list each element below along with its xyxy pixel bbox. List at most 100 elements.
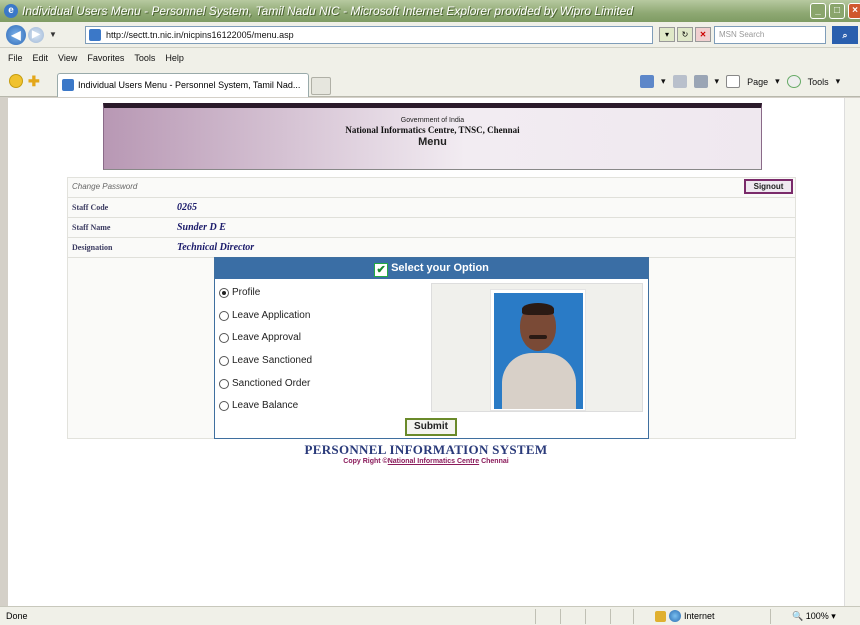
menu-favorites[interactable]: Favorites [87, 53, 124, 63]
option-leave-sanctioned[interactable]: Leave Sanctioned [219, 355, 312, 366]
feeds-icon[interactable] [672, 75, 687, 88]
zoom-value: 100% [805, 611, 829, 621]
refresh-icon[interactable]: ↻ [677, 27, 693, 42]
option-sanctioned-order[interactable]: Sanctioned Order [219, 378, 310, 389]
header-row: Change Password Signout [68, 178, 795, 198]
nic-link[interactable]: National Informatics Centre [388, 458, 479, 465]
zoom-level[interactable]: 🔍 100% ▾ [792, 611, 836, 622]
print-icon[interactable] [693, 75, 708, 88]
forward-button[interactable]: ▶ [28, 26, 44, 43]
footer-title: PERSONNEL INFORMATION SYSTEM [304, 442, 548, 457]
tab-label: Individual Users Menu - Personnel System… [78, 80, 301, 90]
radio-profile[interactable] [219, 287, 229, 298]
radio-leave-application[interactable] [219, 310, 229, 321]
address-url: http://sectt.tn.nic.in/nicpins16122005/m… [106, 30, 294, 40]
print-dropdown-icon[interactable]: ▾ [715, 76, 720, 87]
menu-bar: File Edit View Favorites Tools Help [0, 48, 860, 67]
menu-view[interactable]: View [58, 53, 77, 63]
tab-page-icon [62, 79, 74, 91]
radio-sanctioned-order[interactable] [219, 378, 229, 389]
banner-menu-title: Menu [418, 136, 447, 148]
radio-leave-balance[interactable] [219, 400, 229, 411]
page-menu-icon[interactable] [726, 75, 741, 88]
address-input[interactable]: http://sectt.tn.nic.in/nicpins16122005/m… [85, 26, 653, 44]
search-input[interactable]: MSN Search [714, 26, 826, 44]
photo-border [490, 289, 586, 411]
option-leave-approval-label: Leave Approval [232, 332, 301, 343]
checkmark-icon: ✔ [374, 263, 389, 277]
staff-code-value: 0265 [177, 202, 197, 213]
vertical-scrollbar[interactable] [844, 98, 860, 606]
menu-tools[interactable]: Tools [134, 53, 155, 63]
copyright-prefix: Copy Right © [343, 458, 388, 465]
address-toolbar: ◀ ▶ ▼ http://sectt.tn.nic.in/nicpins1612… [0, 22, 860, 48]
copyright-suffix: Chennai [479, 458, 509, 465]
option-profile[interactable]: Profile [219, 287, 260, 298]
internet-zone-icon [669, 610, 681, 622]
designation-row: Designation Technical Director [68, 238, 795, 258]
tools-menu-label[interactable]: Tools [808, 77, 829, 87]
option-leave-approval[interactable]: Leave Approval [219, 332, 301, 343]
user-panel: Change Password Signout Staff Code 0265 … [67, 177, 796, 439]
menu-edit[interactable]: Edit [33, 53, 49, 63]
banner-government: Government of India [400, 117, 465, 124]
ie-logo-icon: e [4, 4, 18, 18]
tab-active[interactable]: Individual Users Menu - Personnel System… [57, 73, 309, 97]
window-title: Individual Users Menu - Personnel System… [22, 4, 634, 18]
banner-organisation: National Informatics Centre, TNSC, Chenn… [345, 125, 520, 135]
change-password-link[interactable]: Change Password [72, 182, 137, 191]
option-sanctioned-order-label: Sanctioned Order [232, 378, 311, 389]
option-box-header: ✔ Select your Option [215, 258, 648, 279]
page-menu-label[interactable]: Page [747, 77, 768, 87]
menu-file[interactable]: File [8, 53, 23, 63]
home-dropdown-icon[interactable]: ▾ [661, 76, 666, 87]
status-text: Done [6, 611, 28, 621]
staff-code-row: Staff Code 0265 [68, 198, 795, 218]
favorites-star-icon[interactable] [9, 74, 23, 88]
stop-icon[interactable]: ✕ [695, 27, 711, 42]
option-leave-balance-label: Leave Balance [232, 400, 299, 411]
home-icon[interactable] [640, 75, 654, 88]
option-box: ✔ Select your Option Profile Leave Applic… [214, 257, 649, 439]
security-zone[interactable]: Internet [655, 610, 715, 622]
designation-label: Designation [72, 243, 113, 252]
designation-value: Technical Director [177, 242, 255, 253]
radio-leave-approval[interactable] [219, 332, 229, 343]
page-dropdown-icon[interactable]: ▾ [775, 76, 780, 87]
minimize-button[interactable]: _ [810, 3, 826, 19]
staff-code-label: Staff Code [72, 203, 109, 212]
new-tab-button[interactable] [311, 77, 331, 95]
menu-help[interactable]: Help [165, 53, 184, 63]
footer-copyright: Copy Right ©National Informatics Centre … [8, 458, 844, 465]
option-leave-application-label: Leave Application [232, 310, 311, 321]
option-leave-application[interactable]: Leave Application [219, 310, 310, 321]
staff-name-value: Sunder D E [177, 222, 226, 233]
history-dropdown-icon[interactable]: ▼ [49, 30, 57, 39]
go-dropdown-icon[interactable]: ▾ [659, 27, 675, 42]
protected-mode-icon [655, 610, 666, 622]
staff-name-label: Staff Name [72, 223, 111, 232]
radio-leave-sanctioned[interactable] [219, 355, 229, 366]
zone-label: Internet [684, 611, 715, 621]
option-profile-label: Profile [232, 287, 261, 298]
signout-button[interactable]: Signout [744, 179, 793, 194]
tools-dropdown-icon[interactable]: ▾ [836, 76, 841, 87]
search-button[interactable]: ⌕ [832, 26, 858, 44]
option-leave-balance[interactable]: Leave Balance [219, 400, 298, 411]
page-icon [89, 29, 101, 41]
close-button[interactable]: × [848, 3, 860, 19]
photo-frame [431, 283, 643, 412]
page-viewport: Government of India National Informatics… [8, 98, 844, 606]
staff-photo [494, 293, 583, 409]
status-bar: Done Internet 🔍 100% ▾ [0, 606, 860, 625]
title-bar: e Individual Users Menu - Personnel Syst… [0, 0, 860, 22]
zoom-icon: 🔍 [792, 611, 804, 621]
submit-button[interactable]: Submit [405, 418, 457, 436]
option-box-title: Select your Option [391, 262, 489, 274]
maximize-button[interactable]: □ [829, 3, 845, 19]
tab-bar: ✚ Individual Users Menu - Personnel Syst… [0, 67, 860, 97]
tools-menu-icon[interactable] [786, 75, 801, 88]
back-button[interactable]: ◀ [6, 24, 26, 45]
add-favorite-icon[interactable]: ✚ [28, 73, 40, 90]
option-leave-sanctioned-label: Leave Sanctioned [232, 355, 313, 366]
